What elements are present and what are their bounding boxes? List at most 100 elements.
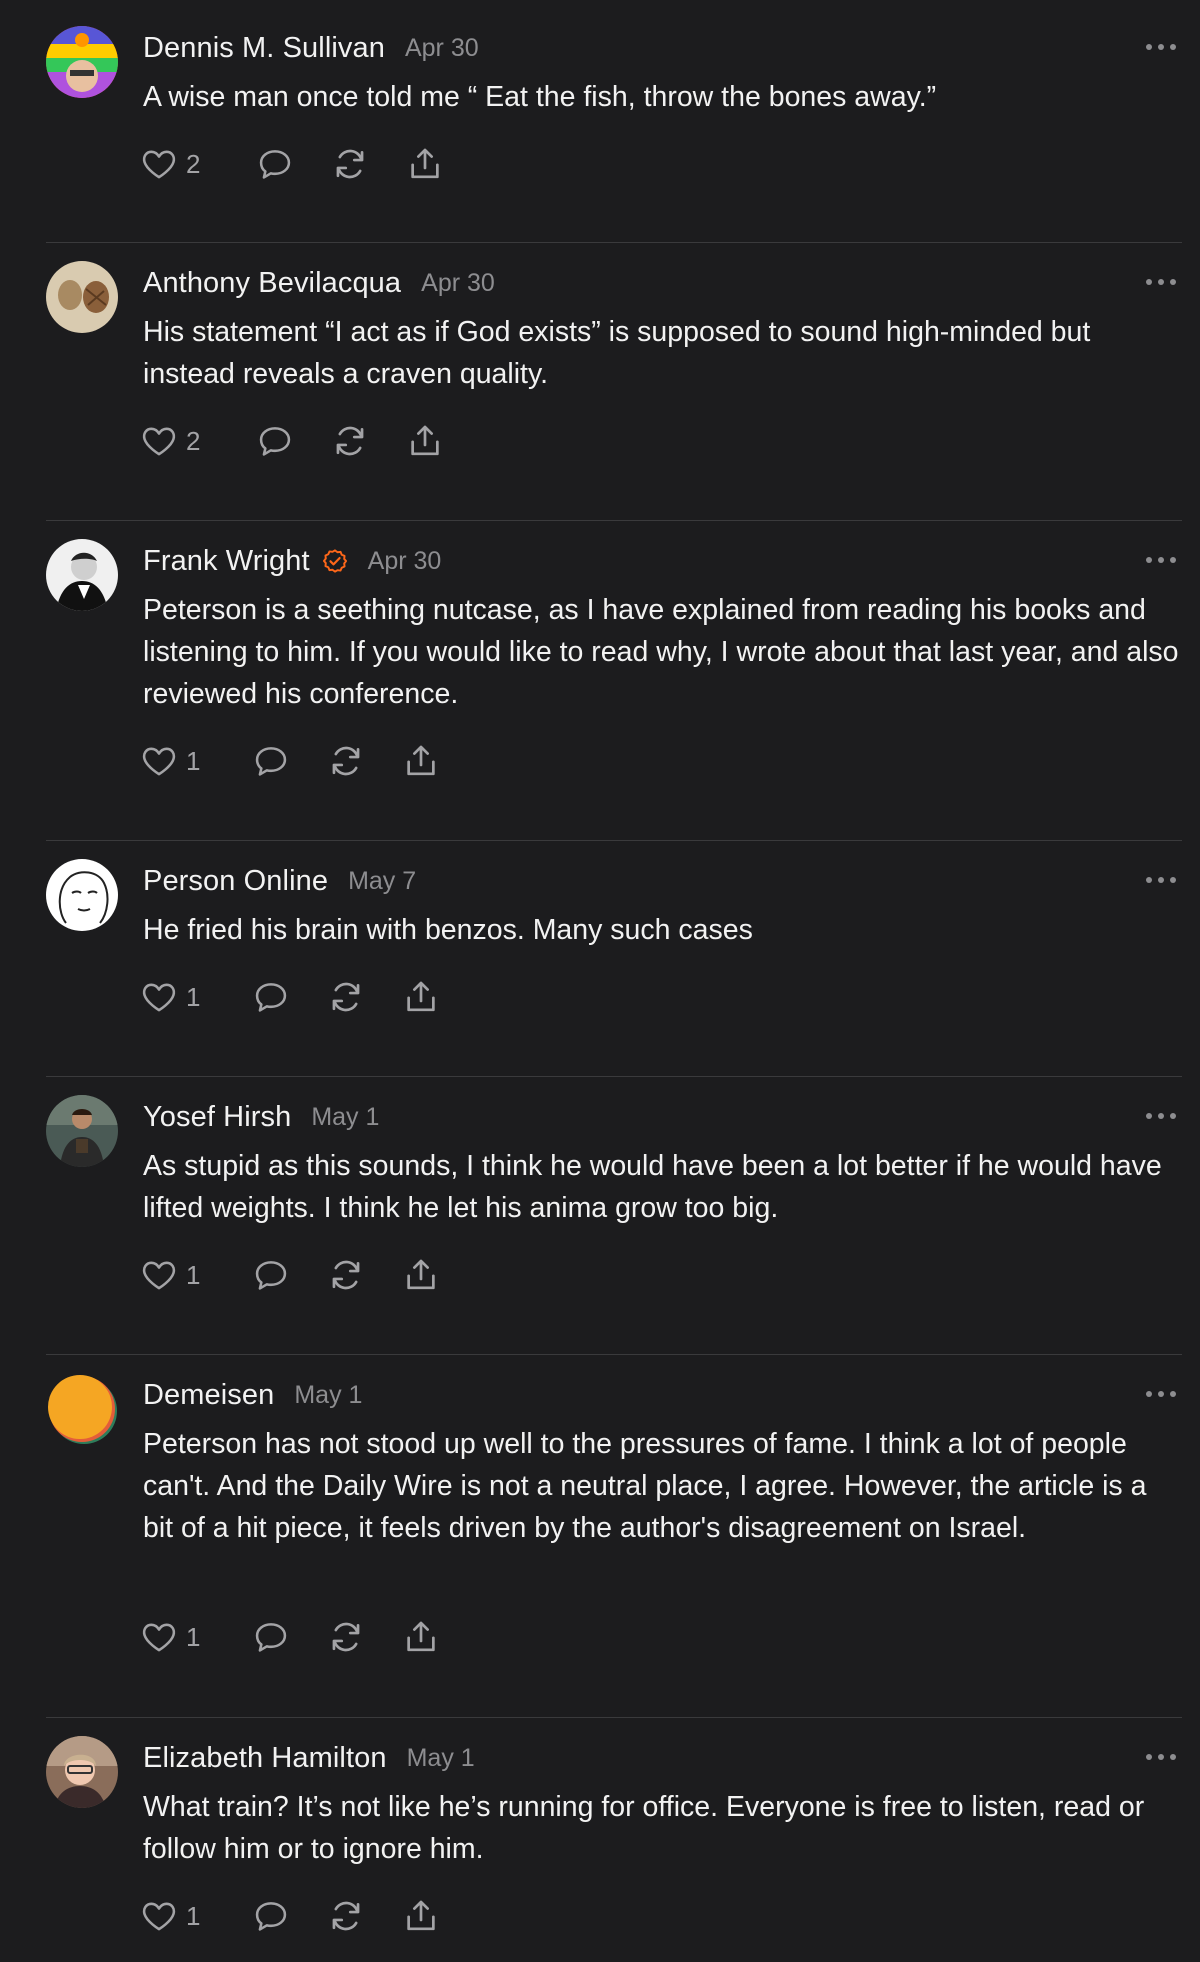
heart-icon bbox=[140, 1897, 178, 1935]
like-count: 1 bbox=[186, 981, 201, 1012]
more-options-icon[interactable] bbox=[1146, 1106, 1176, 1126]
comment-date[interactable]: May 1 bbox=[407, 1744, 475, 1773]
reply-icon bbox=[252, 742, 290, 780]
reply-icon bbox=[252, 1256, 290, 1294]
restack-button[interactable] bbox=[327, 1253, 365, 1297]
share-button[interactable] bbox=[402, 1253, 440, 1297]
comment-date[interactable]: Apr 30 bbox=[368, 547, 442, 576]
comment-header: Frank Wright Apr 30 bbox=[143, 541, 441, 581]
like-button[interactable]: 1 bbox=[140, 1253, 200, 1297]
reply-button[interactable] bbox=[252, 1615, 290, 1659]
comment-text: A wise man once told me “ Eat the fish, … bbox=[143, 81, 937, 113]
author-name[interactable]: Dennis M. Sullivan bbox=[143, 32, 385, 65]
more-options-icon[interactable] bbox=[1146, 272, 1176, 292]
share-icon bbox=[402, 1897, 440, 1935]
avatar[interactable] bbox=[46, 26, 118, 98]
restack-button[interactable] bbox=[331, 419, 369, 463]
like-button[interactable]: 2 bbox=[140, 419, 200, 463]
comment-divider bbox=[46, 1354, 1182, 1355]
comment-date[interactable]: May 7 bbox=[348, 867, 416, 896]
author-name[interactable]: Person Online bbox=[143, 865, 328, 898]
comment-header: Anthony Bevilacqua Apr 30 bbox=[143, 263, 495, 303]
reply-button[interactable] bbox=[256, 142, 294, 186]
verified-badge-icon bbox=[322, 548, 348, 574]
avatar[interactable] bbox=[46, 859, 118, 931]
comment-text: As stupid as this sounds, I think he wou… bbox=[143, 1150, 1162, 1224]
restack-button[interactable] bbox=[331, 142, 369, 186]
restack-icon bbox=[327, 978, 365, 1016]
comment-date[interactable]: Apr 30 bbox=[405, 34, 479, 63]
share-button[interactable] bbox=[402, 975, 440, 1019]
comment-date[interactable]: May 1 bbox=[294, 1381, 362, 1410]
reply-button[interactable] bbox=[252, 739, 290, 783]
author-name[interactable]: Frank Wright bbox=[143, 545, 310, 578]
avatar[interactable] bbox=[46, 1095, 118, 1167]
comment-date[interactable]: May 1 bbox=[311, 1103, 379, 1132]
restack-button[interactable] bbox=[327, 739, 365, 783]
comment-text: His statement “I act as if God exists” i… bbox=[143, 316, 1091, 390]
comment-divider bbox=[46, 1717, 1182, 1718]
comment-divider bbox=[46, 242, 1182, 243]
like-button[interactable]: 2 bbox=[140, 142, 200, 186]
reply-button[interactable] bbox=[256, 419, 294, 463]
avatar[interactable] bbox=[46, 539, 118, 611]
comment-header: Person Online May 7 bbox=[143, 861, 416, 901]
reply-icon bbox=[256, 145, 294, 183]
comment-text: Peterson has not stood up well to the pr… bbox=[143, 1428, 1147, 1544]
restack-icon bbox=[327, 1256, 365, 1294]
more-options-icon[interactable] bbox=[1146, 1384, 1176, 1404]
author-name[interactable]: Demeisen bbox=[143, 1379, 274, 1412]
reply-button[interactable] bbox=[252, 1253, 290, 1297]
reply-icon bbox=[256, 422, 294, 460]
restack-icon bbox=[327, 1618, 365, 1656]
share-icon bbox=[402, 978, 440, 1016]
more-options-icon[interactable] bbox=[1146, 1747, 1176, 1767]
share-button[interactable] bbox=[406, 419, 444, 463]
reply-button[interactable] bbox=[252, 975, 290, 1019]
heart-icon bbox=[140, 742, 178, 780]
more-options-icon[interactable] bbox=[1146, 870, 1176, 890]
avatar[interactable] bbox=[46, 261, 118, 333]
like-count: 1 bbox=[186, 1259, 201, 1290]
restack-button[interactable] bbox=[327, 1615, 365, 1659]
reply-button[interactable] bbox=[252, 1894, 290, 1938]
restack-icon bbox=[331, 145, 369, 183]
share-icon bbox=[406, 422, 444, 460]
like-count: 1 bbox=[186, 745, 201, 776]
share-icon bbox=[402, 1256, 440, 1294]
author-name[interactable]: Yosef Hirsh bbox=[143, 1101, 291, 1134]
reply-icon bbox=[252, 978, 290, 1016]
author-name[interactable]: Elizabeth Hamilton bbox=[143, 1742, 387, 1775]
comment-date[interactable]: Apr 30 bbox=[421, 269, 495, 298]
comment-divider bbox=[46, 1076, 1182, 1077]
reply-icon bbox=[252, 1897, 290, 1935]
more-options-icon[interactable] bbox=[1146, 550, 1176, 570]
comment-header: Demeisen May 1 bbox=[143, 1375, 362, 1415]
more-options-icon[interactable] bbox=[1146, 37, 1176, 57]
restack-icon bbox=[331, 422, 369, 460]
like-button[interactable]: 1 bbox=[140, 975, 200, 1019]
share-button[interactable] bbox=[406, 142, 444, 186]
like-count: 2 bbox=[186, 148, 201, 179]
share-button[interactable] bbox=[402, 739, 440, 783]
like-button[interactable]: 1 bbox=[140, 1894, 200, 1938]
like-count: 1 bbox=[186, 1900, 201, 1931]
restack-icon bbox=[327, 1897, 365, 1935]
avatar[interactable] bbox=[46, 1736, 118, 1808]
heart-icon bbox=[140, 1618, 178, 1656]
avatar[interactable] bbox=[46, 1373, 118, 1445]
comment-divider bbox=[46, 840, 1182, 841]
like-count: 2 bbox=[186, 425, 201, 456]
author-name[interactable]: Anthony Bevilacqua bbox=[143, 267, 401, 300]
like-button[interactable]: 1 bbox=[140, 1615, 200, 1659]
comment-text: Peterson is a seething nutcase, as I hav… bbox=[143, 594, 1179, 710]
heart-icon bbox=[140, 1256, 178, 1294]
like-button[interactable]: 1 bbox=[140, 739, 200, 783]
share-button[interactable] bbox=[402, 1894, 440, 1938]
restack-icon bbox=[327, 742, 365, 780]
heart-icon bbox=[140, 145, 178, 183]
share-button[interactable] bbox=[402, 1615, 440, 1659]
restack-button[interactable] bbox=[327, 975, 365, 1019]
restack-button[interactable] bbox=[327, 1894, 365, 1938]
share-icon bbox=[406, 145, 444, 183]
